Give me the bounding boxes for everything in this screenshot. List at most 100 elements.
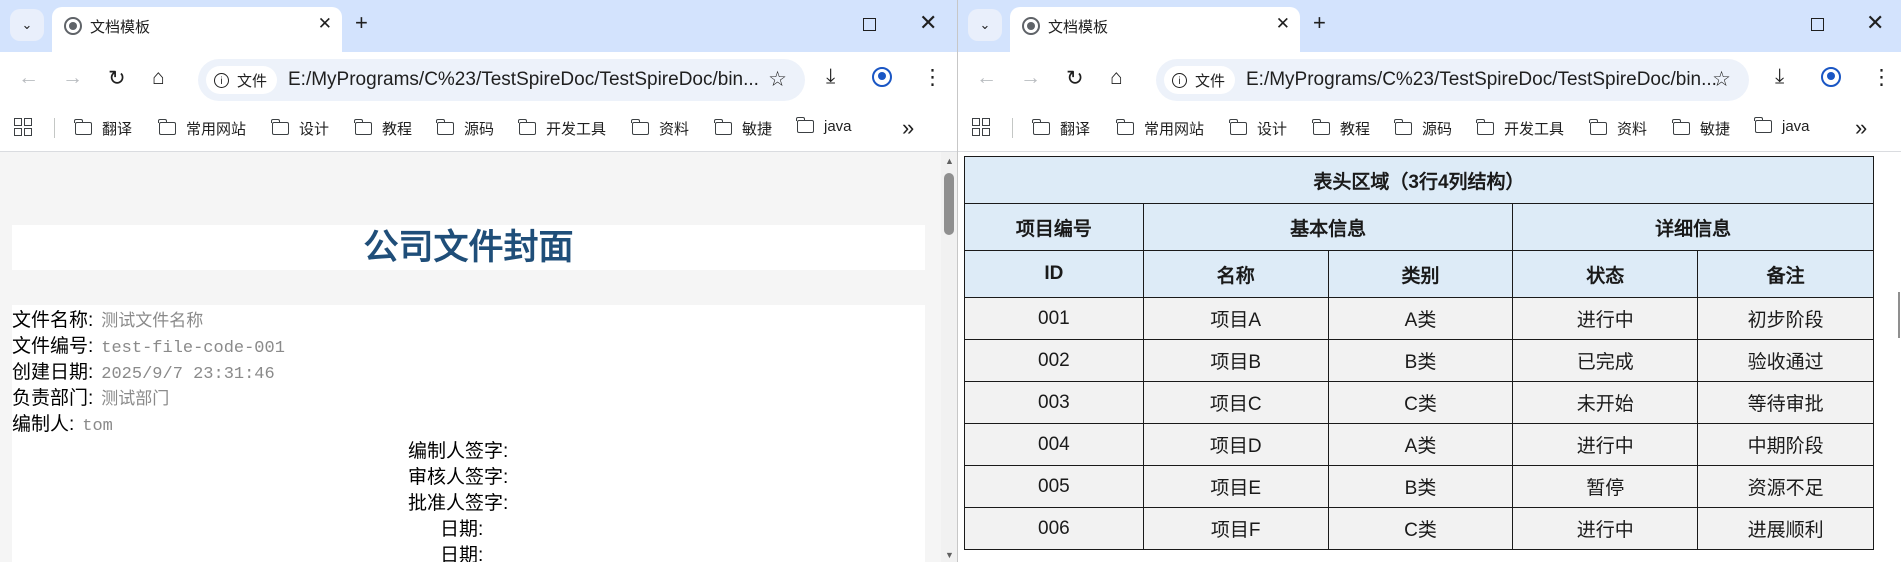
bookmark-folder[interactable]: 源码 <box>436 118 494 139</box>
double-chevron-right-icon[interactable]: » <box>902 115 914 141</box>
info-icon: i <box>214 72 229 88</box>
table-row: 004 项目D A类 进行中 中期阶段 <box>964 423 1874 466</box>
bookmarks-bar: 翻译 常用网站 设计 教程 源码 开发工具 资料 敏捷 java » <box>958 107 1901 152</box>
tab-document-template[interactable]: 文档模板 ✕ <box>52 7 342 52</box>
globe-icon <box>64 17 82 35</box>
table-cell: 未开始 <box>1512 381 1699 424</box>
table-cell: B类 <box>1327 465 1514 508</box>
tab-close-icon[interactable]: ✕ <box>318 14 332 34</box>
chevron-down-icon: ⌄ <box>979 17 991 32</box>
vertical-scrollbar[interactable] <box>1891 152 1901 562</box>
tab-document-template[interactable]: 文档模板 ✕ <box>1010 7 1300 52</box>
group-header-cell: 项目编号 <box>964 203 1144 251</box>
home-button[interactable]: ⌂ <box>1110 66 1123 90</box>
forward-button[interactable]: → <box>1020 66 1041 90</box>
folder-icon <box>1229 119 1247 135</box>
bookmark-folder[interactable]: 教程 <box>1312 118 1370 139</box>
apps-grid-icon[interactable] <box>972 118 990 136</box>
cover-fields: 文件名称: 测试文件名称 文件编号: test-file-code-001 创建日期… <box>12 305 925 562</box>
bookmark-folder[interactable]: 常用网站 <box>1116 118 1204 139</box>
bookmark-folder[interactable]: 资料 <box>1589 118 1647 139</box>
folder-icon <box>1589 119 1607 135</box>
reload-button[interactable]: ↻ <box>1066 66 1084 91</box>
folder-icon <box>1476 119 1494 135</box>
address-bar[interactable]: i 文件 E:/MyPrograms/C%23/TestSpireDoc/Test… <box>1156 59 1749 101</box>
bookmark-folder[interactable]: 翻译 <box>74 118 132 139</box>
bookmark-folder[interactable]: 敏捷 <box>1672 118 1730 139</box>
bookmark-folder[interactable]: 常用网站 <box>158 118 246 139</box>
folder-icon <box>74 119 92 135</box>
field-row: 创建日期: 2025/9/7 23:31:46 <box>12 362 275 384</box>
back-button[interactable]: ← <box>18 66 39 90</box>
table-row: 001 项目A A类 进行中 初步阶段 <box>964 297 1874 340</box>
account-icon[interactable] <box>872 67 892 87</box>
bookmark-folder[interactable]: 设计 <box>1229 118 1287 139</box>
scrollbar-thumb[interactable] <box>944 173 954 235</box>
maximize-button[interactable] <box>1811 18 1824 31</box>
back-button[interactable]: ← <box>976 66 997 90</box>
new-tab-button[interactable]: + <box>355 10 368 36</box>
table-cell: 002 <box>964 339 1144 382</box>
tab-search-button[interactable]: ⌄ <box>10 9 44 41</box>
bookmark-folder[interactable]: java <box>1754 117 1810 135</box>
window-close-button[interactable]: ✕ <box>919 10 937 36</box>
table-cell: 005 <box>964 465 1144 508</box>
scroll-down-arrow[interactable]: ▼ <box>945 550 954 560</box>
column-header-cell: 状态 <box>1512 250 1699 298</box>
window-close-button[interactable]: ✕ <box>1866 10 1884 36</box>
table-cell: 003 <box>964 381 1144 424</box>
tab-search-button[interactable]: ⌄ <box>968 9 1002 41</box>
folder-icon <box>631 119 649 135</box>
account-icon[interactable] <box>1821 67 1841 87</box>
bookmark-folder[interactable]: 教程 <box>354 118 412 139</box>
site-info-chip[interactable]: i 文件 <box>1164 66 1236 94</box>
bookmark-folder[interactable]: java <box>796 117 852 135</box>
bookmark-folder[interactable]: 敏捷 <box>714 118 772 139</box>
scroll-up-arrow[interactable]: ▲ <box>945 156 954 166</box>
bookmark-folder[interactable]: 开发工具 <box>518 118 606 139</box>
tab-close-icon[interactable]: ✕ <box>1276 14 1290 34</box>
column-header-cell: 备注 <box>1697 250 1874 298</box>
download-icon[interactable]: ⤓ <box>1775 65 1784 89</box>
bookmark-folder[interactable]: 资料 <box>631 118 689 139</box>
group-header-cell: 基本信息 <box>1142 203 1514 251</box>
folder-icon <box>1032 119 1050 135</box>
tab-strip: ⌄ 文档模板 ✕ + ✕ <box>958 0 1901 52</box>
new-tab-button[interactable]: + <box>1313 10 1326 36</box>
table-cell: 006 <box>964 507 1144 550</box>
double-chevron-right-icon[interactable]: » <box>1855 115 1867 141</box>
maximize-button[interactable] <box>863 18 876 31</box>
signature-label: 批准人签字: <box>408 493 509 514</box>
field-row: 负责部门: 测试部门 <box>12 388 170 410</box>
bookmark-folder[interactable]: 源码 <box>1394 118 1452 139</box>
folder-icon <box>354 119 372 135</box>
bookmark-star-icon[interactable]: ☆ <box>768 67 787 92</box>
bookmark-star-icon[interactable]: ☆ <box>1712 67 1731 92</box>
kebab-menu-icon[interactable]: ⋮ <box>1871 65 1892 90</box>
tab-title: 文档模板 <box>90 19 151 36</box>
bookmark-folder[interactable]: 开发工具 <box>1476 118 1564 139</box>
kebab-menu-icon[interactable]: ⋮ <box>922 65 943 90</box>
table-cell: 项目B <box>1142 339 1329 382</box>
site-info-chip[interactable]: i 文件 <box>206 66 278 94</box>
scrollbar-thumb[interactable] <box>1898 292 1900 338</box>
reload-button[interactable]: ↻ <box>108 66 126 91</box>
bookmark-folder[interactable]: 设计 <box>271 118 329 139</box>
table-cell: 进行中 <box>1512 423 1699 466</box>
home-button[interactable]: ⌂ <box>152 66 165 90</box>
field-row: 编制人: tom <box>12 414 113 436</box>
folder-icon <box>158 119 176 135</box>
url-text[interactable]: E:/MyPrograms/C%23/TestSpireDoc/TestSpir… <box>1246 69 1717 91</box>
folder-icon <box>1672 119 1690 135</box>
vertical-scrollbar[interactable]: ▲ ▼ <box>941 152 957 562</box>
download-icon[interactable]: ⤓ <box>826 65 835 89</box>
table-caption-cell: 表头区域（3行4列结构） <box>964 156 1874 204</box>
address-bar[interactable]: i 文件 E:/MyPrograms/C%23/TestSpireDoc/Test… <box>198 59 805 101</box>
forward-button[interactable]: → <box>62 66 83 90</box>
table-cell: 暂停 <box>1512 465 1699 508</box>
table-row: 005 项目E B类 暂停 资源不足 <box>964 465 1874 508</box>
bookmark-folder[interactable]: 翻译 <box>1032 118 1090 139</box>
apps-grid-icon[interactable] <box>14 118 32 136</box>
toolbar: ← → ↻ ⌂ i 文件 E:/MyPrograms/C%23/TestSpire… <box>958 52 1901 107</box>
url-text[interactable]: E:/MyPrograms/C%23/TestSpireDoc/TestSpir… <box>288 69 759 91</box>
